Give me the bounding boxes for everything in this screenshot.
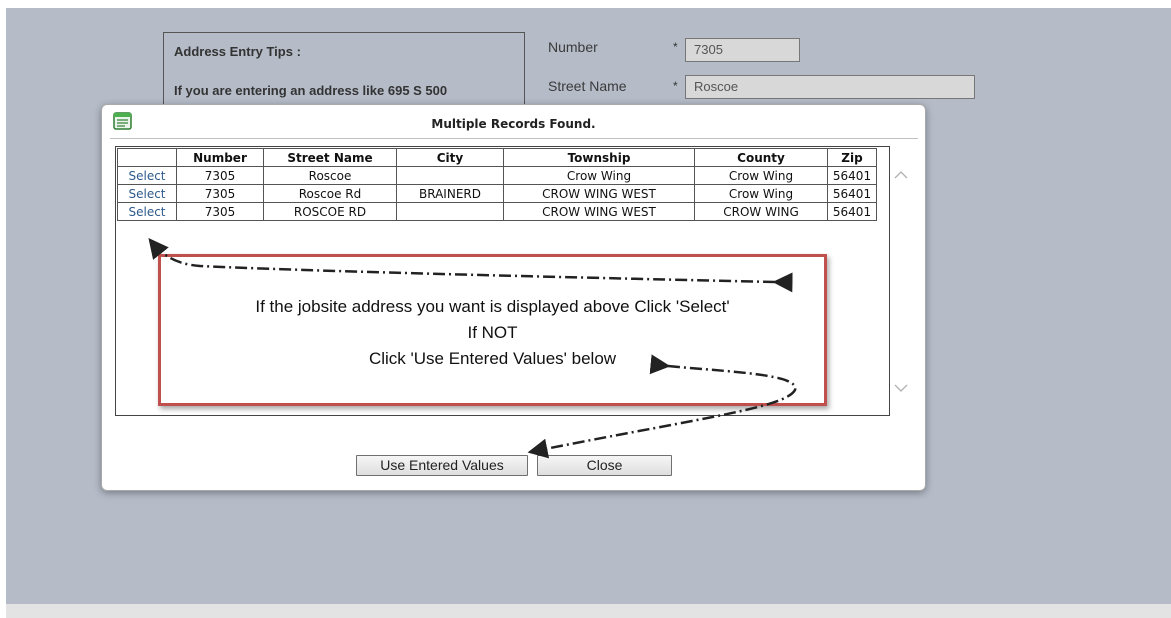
cell-city [396,202,504,221]
scroll-down-icon[interactable] [894,384,908,393]
column-header-number: Number [176,148,264,167]
cell-county: CROW WING [694,202,828,221]
callout-line-3: Click 'Use Entered Values' below [368,349,617,368]
street-name-label: Street Name [548,78,627,94]
table-header-row: Number Street Name City Township County … [117,148,877,167]
cell-number: 7305 [176,202,264,221]
cell-zip: 56401 [827,166,877,185]
instruction-callout: If the jobsite address you want is displ… [158,254,827,406]
cell-county: Crow Wing [694,184,828,203]
cell-street-name: Roscoe [263,166,397,185]
number-required-marker: * [673,40,678,54]
street-name-required-marker: * [673,79,678,93]
select-link[interactable]: Select [117,202,177,221]
cell-county: Crow Wing [694,166,828,185]
cell-number: 7305 [176,166,264,185]
column-header-city: City [396,148,504,167]
column-header-county: County [694,148,828,167]
number-input[interactable]: 7305 [685,38,800,62]
table-row: Select 7305 ROSCOE RD CROW WING WEST CRO… [117,202,877,221]
cell-city: BRAINERD [396,184,504,203]
tips-title: Address Entry Tips : [174,44,301,59]
callout-line-1: If the jobsite address you want is displ… [255,297,730,316]
cell-street-name: Roscoe Rd [263,184,397,203]
tips-text: If you are entering an address like 695 … [174,83,448,98]
close-button[interactable]: Close [537,455,672,476]
select-link[interactable]: Select [117,184,177,203]
table-row: Select 7305 Roscoe Rd BRAINERD CROW WING… [117,184,877,203]
vertical-scrollbar[interactable] [890,146,912,416]
cell-zip: 56401 [827,184,877,203]
street-name-input[interactable]: Roscoe [685,75,975,99]
scroll-up-icon[interactable] [894,170,908,179]
bottom-strip [6,604,1171,618]
title-divider [110,138,918,139]
cell-street-name: ROSCOE RD [263,202,397,221]
cell-township: Crow Wing [503,166,695,185]
column-header-select [117,148,177,167]
select-link[interactable]: Select [117,166,177,185]
column-header-township: Township [503,148,695,167]
use-entered-values-button[interactable]: Use Entered Values [356,455,528,476]
cell-number: 7305 [176,184,264,203]
column-header-street-name: Street Name [263,148,397,167]
cell-township: CROW WING WEST [503,184,695,203]
callout-line-2: If NOT [467,323,518,342]
cell-city [396,166,504,185]
number-label: Number [548,39,598,55]
table-row: Select 7305 Roscoe Crow Wing Crow Wing 5… [117,166,877,185]
cell-township: CROW WING WEST [503,202,695,221]
results-table: Number Street Name City Township County … [117,148,877,221]
address-entry-tips-panel: Address Entry Tips : If you are entering… [163,32,525,112]
cell-zip: 56401 [827,202,877,221]
dialog-title: Multiple Records Found. [431,117,596,131]
column-header-zip: Zip [827,148,877,167]
